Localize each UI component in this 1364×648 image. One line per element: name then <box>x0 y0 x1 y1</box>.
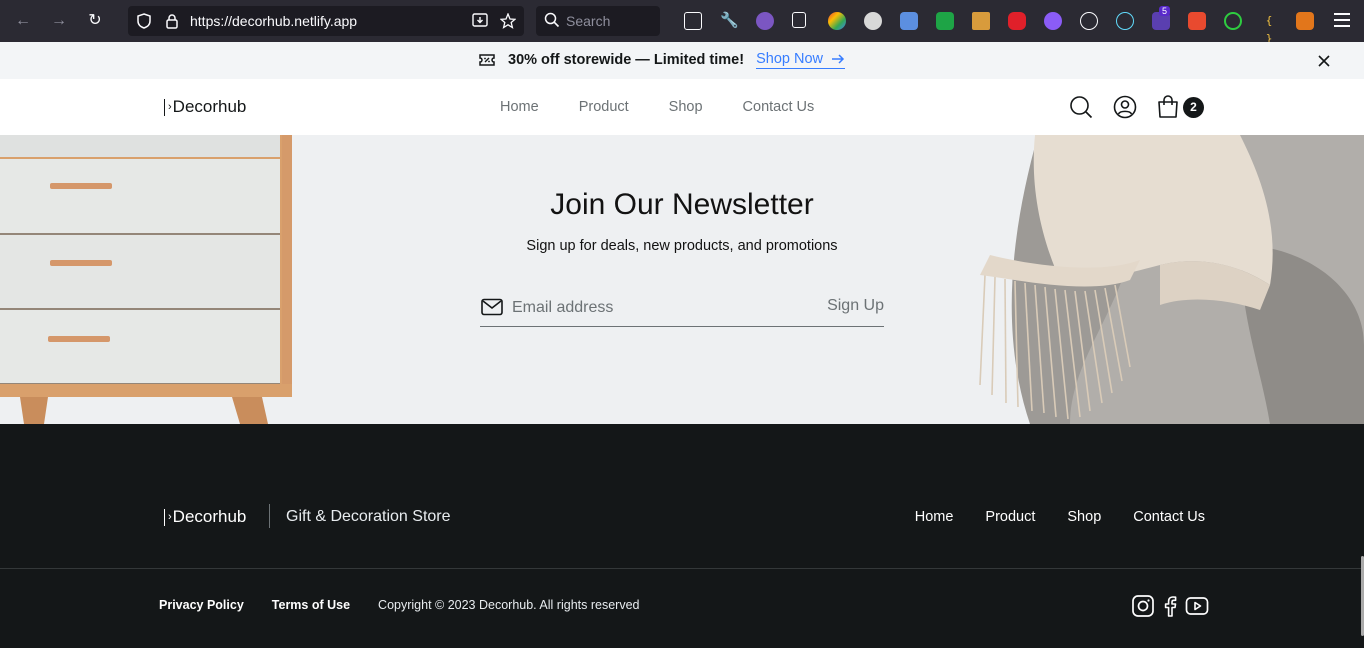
copyright-text: Copyright © 2023 Decorhub. All rights re… <box>378 598 640 612</box>
browser-search-placeholder: Search <box>566 13 611 29</box>
nav-shop[interactable]: Shop <box>669 99 703 115</box>
extension-hand-icon[interactable] <box>1008 12 1026 30</box>
react-devtools-icon[interactable] <box>1116 12 1134 30</box>
newsletter-title: Join Our Newsletter <box>550 188 814 221</box>
logo-bar <box>164 98 165 116</box>
footer-legal: Privacy Policy Terms of Use Copyright © … <box>159 598 639 612</box>
logo-text: Decorhub <box>172 97 247 116</box>
nav-home[interactable]: Home <box>500 99 539 115</box>
footer-logo-text: Decorhub <box>172 507 247 526</box>
browser-toolbar: ← → ↻ https://decorhub.netlify.app Searc… <box>0 0 1364 45</box>
nav-contact-us[interactable]: Contact Us <box>743 99 815 115</box>
url-bar[interactable]: https://decorhub.netlify.app <box>128 6 524 36</box>
extension-cloud-icon[interactable] <box>864 12 882 30</box>
json-viewer-icon[interactable]: { } <box>1260 12 1278 45</box>
extension-badge-count: 5 <box>1159 6 1171 16</box>
extension-color-icon[interactable] <box>828 12 846 30</box>
site-header: › Decorhub Home Product Shop Contact Us … <box>0 79 1364 135</box>
header-actions: 2 <box>1069 95 1204 119</box>
search-icon <box>544 12 560 28</box>
close-icon[interactable] <box>1316 53 1332 69</box>
logo-caret: › <box>168 101 172 113</box>
sign-up-button[interactable]: Sign Up <box>827 297 884 315</box>
newsletter-form: Sign Up <box>480 294 884 327</box>
social-links <box>1131 594 1209 618</box>
mail-icon <box>481 298 503 316</box>
pwa-icon[interactable] <box>1188 12 1206 30</box>
extension-ghost-icon[interactable] <box>756 12 774 30</box>
announcement-bar: 30% off storewide — Limited time! Shop N… <box>0 42 1364 79</box>
forward-icon[interactable]: → <box>49 11 69 31</box>
email-input[interactable] <box>512 296 802 320</box>
shop-now-link[interactable]: Shop Now <box>756 51 845 69</box>
facebook-icon[interactable] <box>1158 594 1182 618</box>
site-logo[interactable]: › Decorhub <box>164 97 246 117</box>
extension-broom-icon[interactable] <box>972 12 990 30</box>
youtube-icon[interactable] <box>1185 594 1209 618</box>
extension-sheet-icon[interactable] <box>936 12 954 30</box>
footer-logo[interactable]: › Decorhub <box>164 507 246 527</box>
instagram-icon[interactable] <box>1131 594 1155 618</box>
footer-nav-contact-us[interactable]: Contact Us <box>1133 509 1205 525</box>
browser-search-field[interactable]: Search <box>536 6 660 36</box>
bookmark-star-icon[interactable] <box>499 12 517 29</box>
extension-badge-icon[interactable]: 5 <box>1152 6 1171 30</box>
arrow-right-icon <box>831 54 845 64</box>
footer-nav-shop[interactable]: Shop <box>1067 509 1101 525</box>
extension-sync-icon[interactable] <box>1224 12 1242 30</box>
lock-icon[interactable] <box>164 13 180 29</box>
newsletter-subtitle: Sign up for deals, new products, and pro… <box>526 238 838 254</box>
search-icon[interactable] <box>1069 95 1093 119</box>
shop-now-label: Shop Now <box>756 51 823 67</box>
ticket-percent-icon <box>479 54 495 66</box>
hamburger-menu-icon[interactable] <box>1334 13 1350 27</box>
footer-nav-product[interactable]: Product <box>985 509 1035 525</box>
shopping-bag-icon[interactable] <box>1157 95 1179 119</box>
shield-icon[interactable] <box>136 13 152 29</box>
nav-product[interactable]: Product <box>579 99 629 115</box>
puzzle-icon[interactable] <box>792 12 806 28</box>
user-account-icon[interactable] <box>1113 95 1137 119</box>
terms-of-use-link[interactable]: Terms of Use <box>272 598 350 612</box>
main-nav: Home Product Shop Contact Us <box>500 99 814 115</box>
pocket-icon[interactable] <box>684 12 702 30</box>
cart-count-badge: 2 <box>1183 96 1204 118</box>
footer-divider <box>269 504 270 528</box>
footer-tagline: Gift & Decoration Store <box>286 508 451 525</box>
footer-logo-bar <box>164 508 165 526</box>
wrench-icon[interactable]: 🔧 <box>720 12 739 30</box>
site-footer: › Decorhub Gift & Decoration Store Home … <box>0 424 1364 648</box>
dresser-image <box>0 135 294 424</box>
footer-logo-caret: › <box>168 511 172 523</box>
metamask-icon[interactable] <box>1296 12 1314 30</box>
footer-nav: Home Product Shop Contact Us <box>915 509 1205 525</box>
privacy-policy-link[interactable]: Privacy Policy <box>159 598 244 612</box>
newsletter-section: Join Our Newsletter Sign up for deals, n… <box>0 135 1364 424</box>
announcement-text: 30% off storewide — Limited time! <box>508 52 745 68</box>
armchair-image <box>940 135 1364 424</box>
install-app-icon[interactable] <box>472 13 488 29</box>
reload-icon[interactable]: ↻ <box>85 11 105 31</box>
extension-translate-icon[interactable] <box>900 12 918 30</box>
url-text: https://decorhub.netlify.app <box>190 13 358 29</box>
extension-palette-icon[interactable] <box>1080 12 1098 30</box>
footer-separator <box>0 568 1364 569</box>
footer-nav-home[interactable]: Home <box>915 509 954 525</box>
back-icon[interactable]: ← <box>13 11 33 31</box>
extension-gear-icon[interactable] <box>1044 12 1062 30</box>
